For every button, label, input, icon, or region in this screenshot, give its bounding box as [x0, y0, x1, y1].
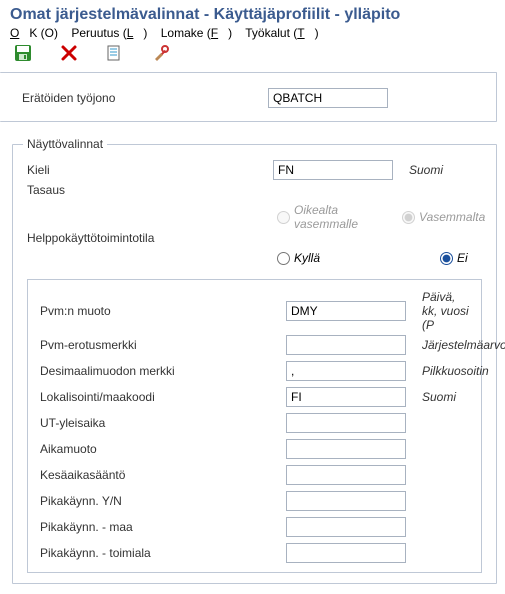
label-accessibility: Helppokäyttötoimintotila: [27, 231, 267, 245]
display-panel-legend: Näyttövalinnat: [23, 137, 107, 151]
label-alignment: Tasaus: [27, 183, 267, 197]
row-dst: Kesäaikasääntö: [40, 462, 469, 488]
menu-form[interactable]: Lomake (F): [161, 26, 232, 40]
radio-rtl-input: [277, 211, 290, 224]
radio-no-input[interactable]: [440, 252, 453, 265]
radio-yes[interactable]: Kyllä: [277, 251, 320, 265]
label-date-format: Pvm:n muoto: [40, 304, 280, 318]
label-language: Kieli: [27, 163, 267, 177]
top-panel: Erätöiden työjono: [0, 72, 497, 122]
row-timeformat: Aikamuoto: [40, 436, 469, 462]
input-dst[interactable]: [286, 465, 406, 485]
accessibility-radio-group: Kyllä Ei: [277, 251, 482, 265]
input-quick-industry[interactable]: [286, 543, 406, 563]
input-timeformat[interactable]: [286, 439, 406, 459]
label-date-sep: Pvm-erotusmerkki: [40, 338, 280, 352]
desc-date-format: Päivä, kk, vuosi (P: [422, 290, 469, 332]
label-locale: Lokalisointi/maakoodi: [40, 390, 280, 404]
input-quick-yn[interactable]: [286, 491, 406, 511]
radio-yes-input[interactable]: [277, 252, 290, 265]
row-date-format: Pvm:n muoto Päivä, kk, vuosi (P: [40, 290, 469, 332]
desc-decimal: Pilkkuosoitin: [422, 364, 489, 378]
row-batch-queue: Erätöiden työjono: [22, 85, 482, 111]
form-icon[interactable]: [106, 44, 124, 62]
menu-ok[interactable]: OK (O): [10, 26, 58, 40]
row-accessibility: Helppokäyttötoimintotila Kyllä Ei: [27, 231, 482, 265]
desc-date-sep: Järjestelmäarvo: [422, 338, 505, 352]
radio-rtl: Oikealta vasemmalle: [277, 203, 358, 231]
menu-tools[interactable]: Työkalut (T): [245, 26, 318, 40]
input-decimal[interactable]: [286, 361, 406, 381]
row-locale: Lokalisointi/maakoodi Suomi: [40, 384, 469, 410]
input-ut[interactable]: [286, 413, 406, 433]
display-panel: Näyttövalinnat Kieli Suomi Tasaus Oikeal…: [12, 144, 497, 584]
radio-ltr: Vasemmalta: [402, 210, 485, 224]
label-quick-yn: Pikakäynn. Y/N: [40, 494, 280, 508]
radio-no[interactable]: Ei: [440, 251, 468, 265]
desc-locale: Suomi: [422, 390, 469, 404]
row-language: Kieli Suomi: [27, 157, 482, 183]
label-quick-country: Pikakäynn. - maa: [40, 520, 280, 534]
input-date-format[interactable]: [286, 301, 406, 321]
toolbar: [0, 42, 505, 68]
tools-icon[interactable]: [152, 44, 170, 62]
save-icon[interactable]: [14, 44, 32, 62]
alignment-radio-group: Oikealta vasemmalle Vasemmalta: [277, 203, 482, 231]
label-decimal: Desimaalimuodon merkki: [40, 364, 280, 378]
desc-language: Suomi: [409, 163, 482, 177]
input-date-sep[interactable]: [286, 335, 406, 355]
input-locale[interactable]: [286, 387, 406, 407]
cancel-icon[interactable]: [60, 44, 78, 62]
row-decimal: Desimaalimuodon merkki Pilkkuosoitin: [40, 358, 469, 384]
input-language[interactable]: [273, 160, 393, 180]
input-batch-queue[interactable]: [268, 88, 388, 108]
row-quick-industry: Pikakäynn. - toimiala: [40, 540, 469, 566]
input-quick-country[interactable]: [286, 517, 406, 537]
label-quick-industry: Pikakäynn. - toimiala: [40, 546, 280, 560]
label-timeformat: Aikamuoto: [40, 442, 280, 456]
row-date-sep: Pvm-erotusmerkki Järjestelmäarvo: [40, 332, 469, 358]
radio-ltr-input: [402, 211, 415, 224]
page-title: Omat järjestelmävalinnat - Käyttäjäprofi…: [0, 0, 505, 26]
row-ut: UT-yleisaika: [40, 410, 469, 436]
label-dst: Kesäaikasääntö: [40, 468, 280, 482]
row-quick-yn: Pikakäynn. Y/N: [40, 488, 469, 514]
menu-cancel[interactable]: Peruutus (L): [71, 26, 147, 40]
inner-panel: Pvm:n muoto Päivä, kk, vuosi (P Pvm-erot…: [27, 279, 482, 573]
label-ut: UT-yleisaika: [40, 416, 280, 430]
row-alignment: Tasaus Oikealta vasemmalle Vasemmalta: [27, 183, 482, 231]
row-quick-country: Pikakäynn. - maa: [40, 514, 469, 540]
label-batch-queue: Erätöiden työjono: [22, 91, 262, 105]
menubar: OK (O) Peruutus (L) Lomake (F) Työkalut …: [0, 26, 505, 42]
